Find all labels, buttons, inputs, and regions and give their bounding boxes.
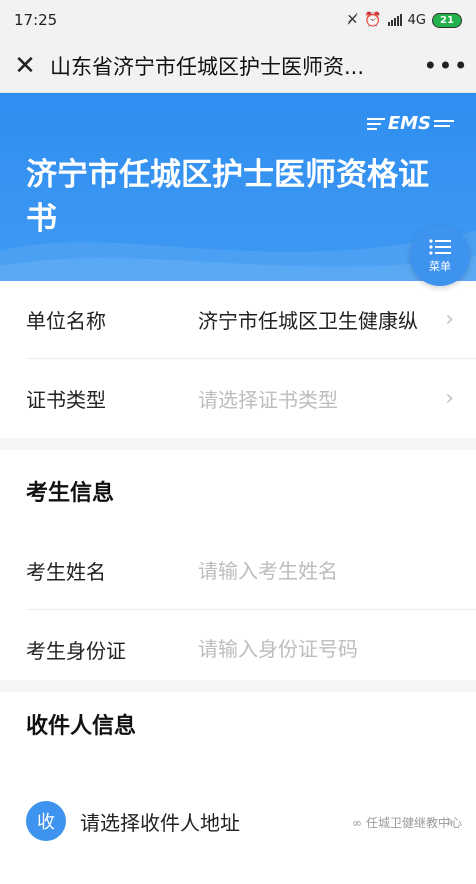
watermark-text: 任城卫健继教中心 <box>365 816 462 830</box>
examinee-name-row: 考生姓名 <box>26 532 476 610</box>
cert-type-placeholder: 请选择证书类型 <box>198 387 338 412</box>
status-icons: ✕̸ ⏰ 4G 21 <box>346 12 462 28</box>
recipient-section: 收件人信息 收 请选择收件人地址 › <box>0 692 476 884</box>
examinee-name-input[interactable] <box>198 558 454 583</box>
examinee-name-label: 考生姓名 <box>26 560 106 584</box>
menu-button[interactable]: 菜单 <box>410 226 470 286</box>
alarm-icon: ⏰ <box>364 12 382 28</box>
chevron-right-icon: › <box>445 385 454 411</box>
recipient-badge: 收 <box>26 801 66 841</box>
banner-title: 济宁市任城区护士医师资格证书 <box>26 157 429 237</box>
close-icon[interactable]: ✕ <box>0 40 50 93</box>
ems-logo: EMS <box>366 113 454 134</box>
mute-icon: ✕̸ <box>346 12 359 28</box>
menu-label: 菜单 <box>429 260 451 273</box>
wechat-icon: ∞ <box>351 815 362 830</box>
examinee-id-row: 考生身份证 <box>26 610 476 688</box>
section-divider <box>0 438 476 450</box>
cert-type-label: 证书类型 <box>26 387 106 412</box>
status-bar: 17:25 ✕̸ ⏰ 4G 21 <box>0 0 476 40</box>
battery-icon: 21 <box>432 12 462 28</box>
unit-name-label: 单位名称 <box>26 309 106 333</box>
examinee-id-input[interactable] <box>198 637 454 661</box>
ems-logo-text: EMS <box>387 113 431 134</box>
unit-name-row[interactable]: 单位名称 济宁市任城区卫生健康纵 › <box>26 281 476 359</box>
more-options-icon[interactable]: ••• <box>416 40 476 93</box>
recipient-heading: 收件人信息 <box>26 714 137 739</box>
signal-icon <box>387 14 402 26</box>
chevron-right-icon: › <box>445 307 454 332</box>
page-title: 山东省济宁市任城区护士医师资... <box>50 55 365 79</box>
examinee-heading: 考生信息 <box>26 481 115 506</box>
certificate-section: 单位名称 济宁市任城区卫生健康纵 › 证书类型 请选择证书类型 › <box>0 281 476 437</box>
network-type: 4G <box>407 12 426 28</box>
examinee-id-label: 考生身份证 <box>26 638 126 663</box>
section-divider <box>0 680 476 692</box>
title-bar: ✕ 山东省济宁市任城区护士医师资... ••• <box>0 40 476 93</box>
examinee-section: 考生信息 考生姓名 考生身份证 <box>0 450 476 688</box>
cert-type-row[interactable]: 证书类型 请选择证书类型 › <box>26 359 476 437</box>
watermark: ∞ 任城卫健继教中心 <box>352 814 462 831</box>
status-time: 17:25 <box>14 11 58 29</box>
unit-name-value: 济宁市任城区卫生健康纵 <box>198 309 418 333</box>
ems-speed-lines-icon <box>366 117 385 130</box>
list-icon <box>429 239 451 255</box>
header-banner: EMS 济宁市任城区护士医师资格证书 <box>0 93 476 281</box>
